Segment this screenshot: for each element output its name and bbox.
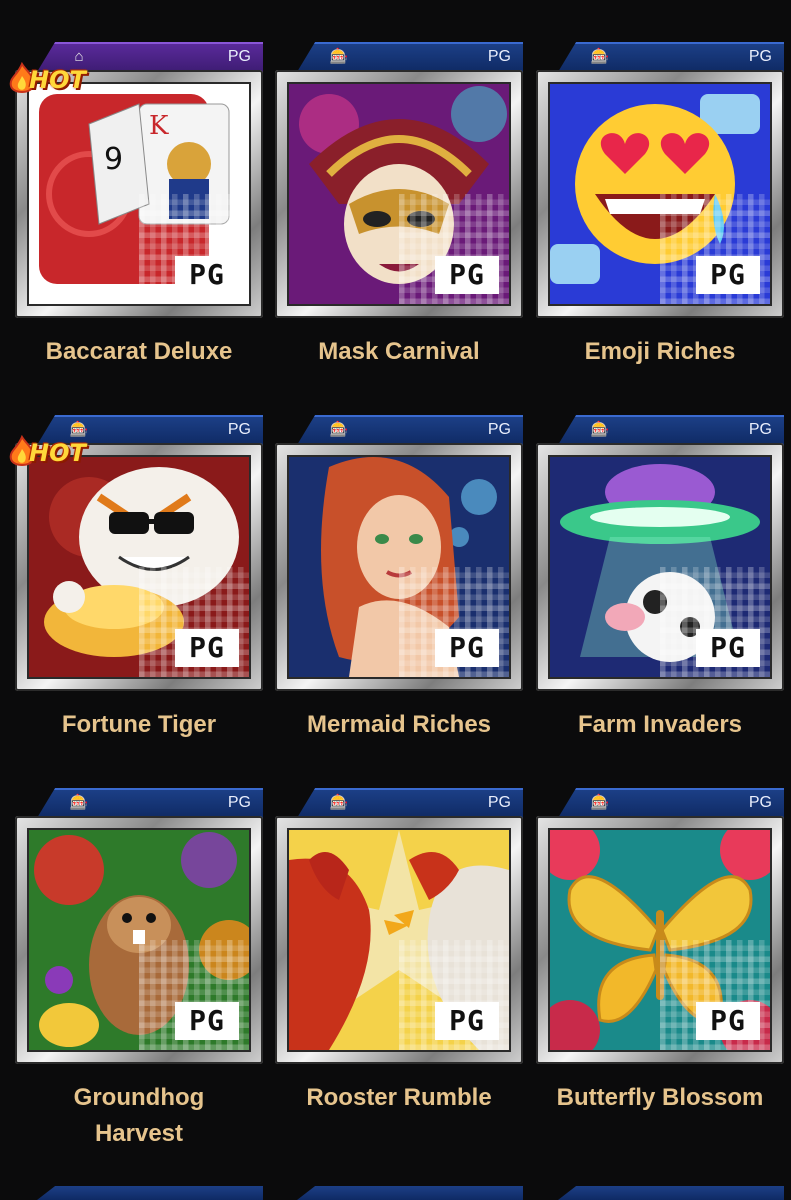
pg-logo: PG <box>435 1002 499 1040</box>
card-ribbon: 🎰 PG <box>297 788 523 818</box>
provider-label: PG <box>487 794 511 811</box>
pg-logo: PG <box>175 1002 239 1040</box>
provider-label: PG <box>227 421 251 438</box>
game-thumbnail[interactable]: K 9 PG <box>15 70 263 318</box>
slot-machine-icon: 🎰 <box>69 794 89 811</box>
card-ribbon: 🎰 PG <box>558 42 784 72</box>
pg-logo: PG <box>435 629 499 667</box>
game-thumbnail[interactable]: PG <box>536 816 784 1064</box>
game-name[interactable]: Farm Invaders <box>526 707 791 743</box>
svg-text:K: K <box>149 111 169 141</box>
provider-label: PG <box>487 48 511 65</box>
provider-label: PG <box>487 421 511 438</box>
pg-logo: PG <box>175 256 239 294</box>
slot-machine-icon: 🎰 <box>329 48 349 65</box>
card-ribbon: 🎰 PG <box>297 42 523 72</box>
game-thumbnail[interactable]: PG <box>275 70 523 318</box>
game-name[interactable]: Rooster Rumble <box>265 1080 533 1116</box>
hot-label: HOT <box>29 439 86 467</box>
game-name[interactable]: Butterfly Blossom <box>526 1080 791 1116</box>
card-ribbon: 🎰 PG <box>297 415 523 445</box>
game-name[interactable]: Fortune Tiger <box>5 707 273 743</box>
game-name[interactable]: Mask Carnival <box>265 334 533 370</box>
slot-machine-icon: 🎰 <box>590 794 610 811</box>
card-ribbon <box>558 1186 784 1200</box>
game-thumbnail[interactable]: PG <box>536 70 784 318</box>
hot-badge: HOT <box>7 435 97 471</box>
pg-logo: PG <box>435 256 499 294</box>
provider-label: PG <box>748 48 772 65</box>
slot-machine-icon: 🎰 <box>329 794 349 811</box>
game-name[interactable]: Emoji Riches <box>526 334 791 370</box>
card-ribbon: 🎰 PG <box>558 415 784 445</box>
card-ribbon: 🎰 PG <box>558 788 784 818</box>
pg-logo: PG <box>696 1002 760 1040</box>
slot-machine-icon: 🎰 <box>329 421 349 438</box>
pg-logo: PG <box>696 256 760 294</box>
game-thumbnail[interactable]: PG <box>275 443 523 691</box>
game-thumbnail[interactable]: PG <box>15 443 263 691</box>
game-thumbnail[interactable]: PG <box>275 816 523 1064</box>
game-name[interactable]: Mermaid Riches <box>265 707 533 743</box>
provider-label: PG <box>748 421 772 438</box>
game-grid: ⌂ PG K 9 PG HOT Baccarat Deluxe 🎰 PG PG … <box>0 0 791 1200</box>
pg-logo: PG <box>696 629 760 667</box>
game-thumbnail[interactable]: PG <box>15 816 263 1064</box>
slot-machine-icon: 🎰 <box>590 421 610 438</box>
svg-text:9: 9 <box>104 142 123 177</box>
provider-label: PG <box>748 794 772 811</box>
game-thumbnail[interactable]: PG <box>536 443 784 691</box>
pg-logo: PG <box>175 629 239 667</box>
hot-badge: HOT <box>7 62 97 98</box>
card-ribbon <box>297 1186 523 1200</box>
game-name[interactable]: Groundhog Harvest <box>5 1080 273 1152</box>
card-ribbon <box>37 1186 263 1200</box>
hot-label: HOT <box>29 66 86 94</box>
next-row-ribbons <box>0 1186 791 1200</box>
provider-label: PG <box>227 48 251 65</box>
provider-label: PG <box>227 794 251 811</box>
slot-machine-icon: 🎰 <box>590 48 610 65</box>
game-name[interactable]: Baccarat Deluxe <box>5 334 273 370</box>
card-ribbon: 🎰 PG <box>37 788 263 818</box>
